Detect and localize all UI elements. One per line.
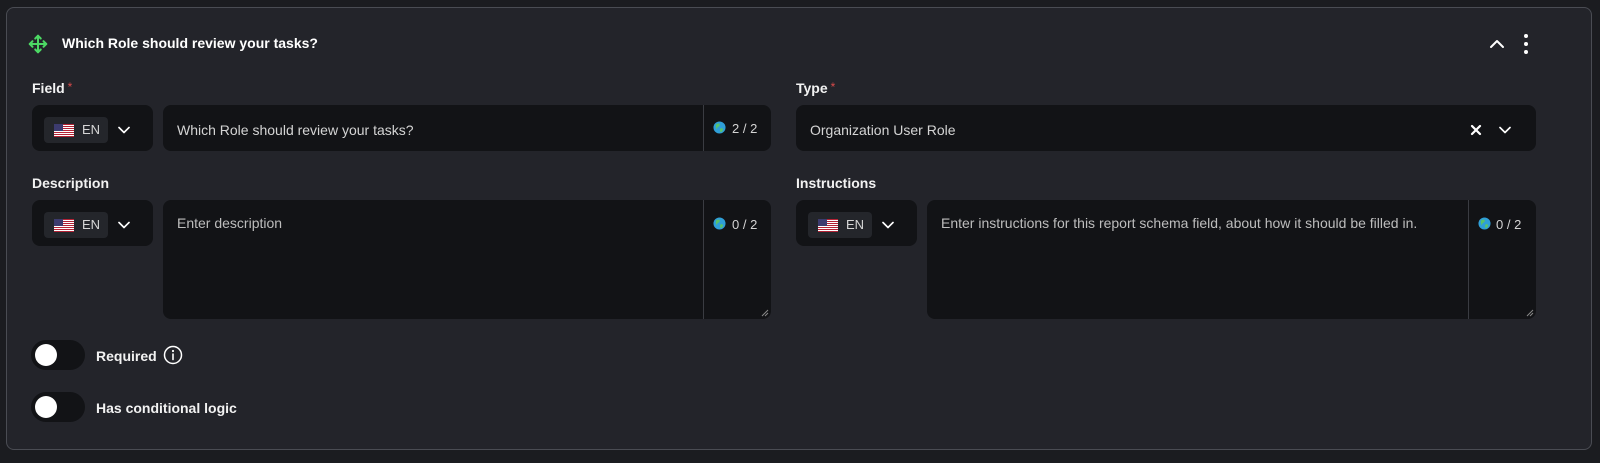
chevron-up-icon[interactable] [1485, 32, 1509, 56]
card-header[interactable]: Which Role should review your tasks? [7, 8, 1591, 78]
required-toggle[interactable] [31, 340, 85, 370]
card-title: Which Role should review your tasks? [62, 35, 318, 51]
required-asterisk: * [67, 80, 73, 94]
chevron-down-icon[interactable] [114, 215, 134, 235]
description-language-select[interactable]: EN [32, 200, 153, 246]
toggle-knob [35, 396, 57, 418]
report-field-card: Which Role should review your tasks? Fie… [6, 7, 1592, 450]
translation-counter: 2 / 2 [732, 121, 758, 136]
description-label: Description [32, 175, 110, 191]
translation-counter: 0 / 2 [1496, 217, 1522, 232]
counter-divider [703, 105, 704, 151]
globe-icon [713, 121, 726, 134]
description-textarea[interactable]: Enter description 0 / 2 [163, 200, 771, 319]
type-value: Organization User Role [810, 122, 956, 138]
counter-divider [703, 200, 704, 319]
language-code: EN [82, 217, 101, 232]
us-flag-icon [818, 219, 838, 232]
instructions-textarea[interactable]: Enter instructions for this report schem… [927, 200, 1536, 319]
globe-icon [1478, 217, 1491, 230]
instructions-placeholder: Enter instructions for this report schem… [941, 215, 1418, 231]
instructions-label: Instructions [796, 175, 877, 191]
chevron-down-icon[interactable] [1495, 120, 1515, 140]
chevron-down-icon[interactable] [878, 215, 898, 235]
resize-grip-icon[interactable] [761, 309, 769, 317]
chevron-down-icon[interactable] [114, 120, 134, 140]
language-pill: EN [808, 212, 872, 238]
field-label-text: Field [32, 80, 65, 96]
required-asterisk: * [830, 80, 836, 94]
conditional-logic-toggle-label: Has conditional logic [96, 400, 237, 416]
field-name-value: Which Role should review your tasks? [177, 122, 414, 138]
toggle-knob [35, 344, 57, 366]
field-name-input[interactable]: Which Role should review your tasks? 2 /… [163, 105, 771, 151]
language-pill: EN [44, 212, 108, 238]
globe-icon [713, 217, 726, 230]
move-arrows-icon[interactable] [27, 33, 49, 55]
type-select[interactable]: Organization User Role [796, 105, 1536, 151]
language-pill: EN [44, 117, 108, 143]
language-code: EN [82, 122, 101, 137]
counter-divider [1468, 200, 1469, 319]
us-flag-icon [54, 219, 74, 232]
type-label: Type * [796, 80, 835, 96]
conditional-logic-toggle[interactable] [31, 392, 85, 422]
instructions-language-select[interactable]: EN [796, 200, 917, 246]
translation-counter: 0 / 2 [732, 217, 758, 232]
required-toggle-label: Required [96, 348, 157, 364]
clear-icon[interactable] [1468, 122, 1484, 138]
field-language-select[interactable]: EN [32, 105, 153, 151]
type-label-text: Type [796, 80, 828, 96]
resize-grip-icon[interactable] [1526, 309, 1534, 317]
language-code: EN [846, 217, 865, 232]
info-icon[interactable] [163, 345, 183, 365]
more-vertical-icon[interactable] [1515, 30, 1537, 58]
description-placeholder: Enter description [177, 215, 283, 231]
us-flag-icon [54, 124, 74, 137]
field-label: Field * [32, 80, 72, 96]
